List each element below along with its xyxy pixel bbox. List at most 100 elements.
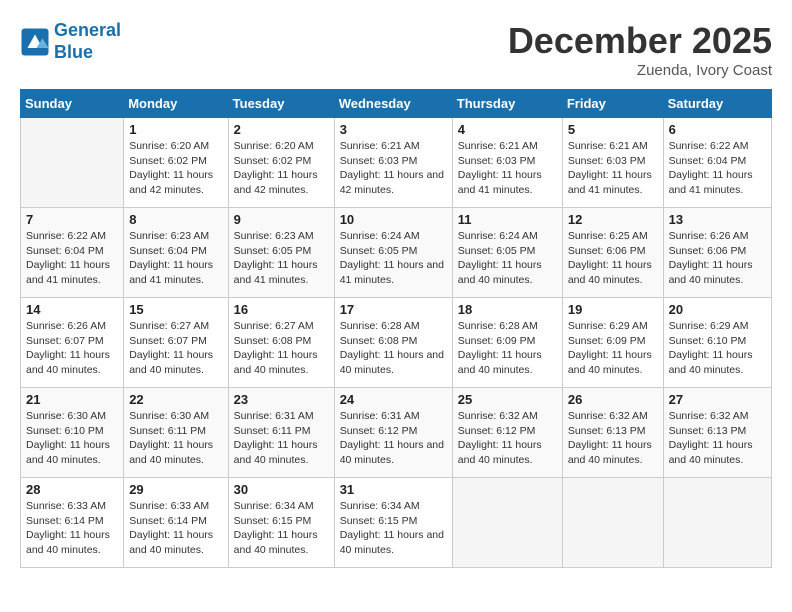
day-number: 13 <box>669 212 766 227</box>
logo-line1: General <box>54 20 121 40</box>
calendar-cell: 30 Sunrise: 6:34 AMSunset: 6:15 PMDayligh… <box>228 478 334 568</box>
day-info: Sunrise: 6:34 AMSunset: 6:15 PMDaylight:… <box>234 499 329 558</box>
day-info: Sunrise: 6:34 AMSunset: 6:15 PMDaylight:… <box>340 499 447 558</box>
day-info: Sunrise: 6:21 AMSunset: 6:03 PMDaylight:… <box>458 139 557 198</box>
day-info: Sunrise: 6:31 AMSunset: 6:11 PMDaylight:… <box>234 409 329 468</box>
day-info: Sunrise: 6:32 AMSunset: 6:12 PMDaylight:… <box>458 409 557 468</box>
day-number: 11 <box>458 212 557 227</box>
calendar-cell <box>452 478 562 568</box>
calendar-cell: 8 Sunrise: 6:23 AMSunset: 6:04 PMDaylight… <box>124 208 228 298</box>
calendar-cell: 14Sunrise: 6:26 AMSunset: 6:07 PMDayligh… <box>21 298 124 388</box>
calendar-cell: 13 Sunrise: 6:26 AMSunset: 6:06 PMDayligh… <box>663 208 771 298</box>
day-number: 5 <box>568 122 658 137</box>
day-info: Sunrise: 6:29 AMSunset: 6:10 PMDaylight:… <box>669 319 766 378</box>
weekday-header: Monday <box>124 90 228 118</box>
calendar-cell: 5 Sunrise: 6:21 AMSunset: 6:03 PMDaylight… <box>562 118 663 208</box>
day-number: 6 <box>669 122 766 137</box>
calendar-cell <box>562 478 663 568</box>
day-number: 28 <box>26 482 118 497</box>
location: Zuenda, Ivory Coast <box>508 62 772 79</box>
day-info: Sunrise: 6:27 AMSunset: 6:07 PMDaylight:… <box>129 319 222 378</box>
day-number: 20 <box>669 302 766 317</box>
calendar-cell: 23Sunrise: 6:31 AMSunset: 6:11 PMDayligh… <box>228 388 334 478</box>
title-block: December 2025 Zuenda, Ivory Coast <box>508 20 772 79</box>
day-number: 3 <box>340 122 447 137</box>
calendar-cell: 16Sunrise: 6:27 AMSunset: 6:08 PMDayligh… <box>228 298 334 388</box>
calendar-week-row: 21 Sunrise: 6:30 AMSunset: 6:10 PMDayligh… <box>21 388 772 478</box>
weekday-header: Thursday <box>452 90 562 118</box>
day-number: 31 <box>340 482 447 497</box>
calendar-cell: 4 Sunrise: 6:21 AMSunset: 6:03 PMDaylight… <box>452 118 562 208</box>
day-info: Sunrise: 6:29 AMSunset: 6:09 PMDaylight:… <box>568 319 658 378</box>
logo-icon <box>20 27 50 57</box>
day-number: 4 <box>458 122 557 137</box>
day-number: 18 <box>458 302 557 317</box>
day-info: Sunrise: 6:30 AMSunset: 6:10 PMDaylight:… <box>26 409 118 468</box>
day-info: Sunrise: 6:21 AMSunset: 6:03 PMDaylight:… <box>340 139 447 198</box>
calendar-cell: 6Sunrise: 6:22 AMSunset: 6:04 PMDaylight… <box>663 118 771 208</box>
day-info: Sunrise: 6:24 AMSunset: 6:05 PMDaylight:… <box>340 229 447 288</box>
day-number: 2 <box>234 122 329 137</box>
calendar-cell: 12 Sunrise: 6:25 AMSunset: 6:06 PMDayligh… <box>562 208 663 298</box>
weekday-header-row: SundayMondayTuesdayWednesdayThursdayFrid… <box>21 90 772 118</box>
day-info: Sunrise: 6:23 AMSunset: 6:04 PMDaylight:… <box>129 229 222 288</box>
calendar-cell: 31 Sunrise: 6:34 AMSunset: 6:15 PMDayligh… <box>334 478 452 568</box>
day-number: 25 <box>458 392 557 407</box>
weekday-header: Wednesday <box>334 90 452 118</box>
logo-line2: Blue <box>54 42 93 62</box>
day-info: Sunrise: 6:23 AMSunset: 6:05 PMDaylight:… <box>234 229 329 288</box>
day-info: Sunrise: 6:28 AMSunset: 6:09 PMDaylight:… <box>458 319 557 378</box>
calendar-cell: 29Sunrise: 6:33 AMSunset: 6:14 PMDayligh… <box>124 478 228 568</box>
page-header: General Blue December 2025 Zuenda, Ivory… <box>20 20 772 79</box>
month-title: December 2025 <box>508 20 772 62</box>
day-info: Sunrise: 6:21 AMSunset: 6:03 PMDaylight:… <box>568 139 658 198</box>
calendar-week-row: 7Sunrise: 6:22 AMSunset: 6:04 PMDaylight… <box>21 208 772 298</box>
weekday-header: Sunday <box>21 90 124 118</box>
day-number: 7 <box>26 212 118 227</box>
day-number: 8 <box>129 212 222 227</box>
calendar-cell <box>21 118 124 208</box>
calendar-cell: 19 Sunrise: 6:29 AMSunset: 6:09 PMDayligh… <box>562 298 663 388</box>
calendar-cell: 26Sunrise: 6:32 AMSunset: 6:13 PMDayligh… <box>562 388 663 478</box>
calendar-cell <box>663 478 771 568</box>
calendar-cell: 27Sunrise: 6:32 AMSunset: 6:13 PMDayligh… <box>663 388 771 478</box>
calendar-cell: 20 Sunrise: 6:29 AMSunset: 6:10 PMDayligh… <box>663 298 771 388</box>
calendar-table: SundayMondayTuesdayWednesdayThursdayFrid… <box>20 89 772 568</box>
day-info: Sunrise: 6:20 AMSunset: 6:02 PMDaylight:… <box>129 139 222 198</box>
calendar-cell: 10 Sunrise: 6:24 AMSunset: 6:05 PMDayligh… <box>334 208 452 298</box>
calendar-cell: 15 Sunrise: 6:27 AMSunset: 6:07 PMDayligh… <box>124 298 228 388</box>
weekday-header: Friday <box>562 90 663 118</box>
calendar-cell: 11 Sunrise: 6:24 AMSunset: 6:05 PMDayligh… <box>452 208 562 298</box>
day-number: 22 <box>129 392 222 407</box>
day-info: Sunrise: 6:28 AMSunset: 6:08 PMDaylight:… <box>340 319 447 378</box>
logo-text: General Blue <box>54 20 121 63</box>
day-info: Sunrise: 6:20 AMSunset: 6:02 PMDaylight:… <box>234 139 329 198</box>
day-number: 24 <box>340 392 447 407</box>
calendar-cell: 25 Sunrise: 6:32 AMSunset: 6:12 PMDayligh… <box>452 388 562 478</box>
day-number: 19 <box>568 302 658 317</box>
logo: General Blue <box>20 20 121 63</box>
day-info: Sunrise: 6:33 AMSunset: 6:14 PMDaylight:… <box>129 499 222 558</box>
day-info: Sunrise: 6:24 AMSunset: 6:05 PMDaylight:… <box>458 229 557 288</box>
day-number: 30 <box>234 482 329 497</box>
day-info: Sunrise: 6:31 AMSunset: 6:12 PMDaylight:… <box>340 409 447 468</box>
day-number: 27 <box>669 392 766 407</box>
calendar-cell: 7Sunrise: 6:22 AMSunset: 6:04 PMDaylight… <box>21 208 124 298</box>
calendar-week-row: 1 Sunrise: 6:20 AMSunset: 6:02 PMDaylight… <box>21 118 772 208</box>
day-info: Sunrise: 6:27 AMSunset: 6:08 PMDaylight:… <box>234 319 329 378</box>
day-number: 21 <box>26 392 118 407</box>
calendar-cell: 21 Sunrise: 6:30 AMSunset: 6:10 PMDayligh… <box>21 388 124 478</box>
day-number: 12 <box>568 212 658 227</box>
calendar-cell: 1 Sunrise: 6:20 AMSunset: 6:02 PMDaylight… <box>124 118 228 208</box>
calendar-cell: 17 Sunrise: 6:28 AMSunset: 6:08 PMDayligh… <box>334 298 452 388</box>
day-info: Sunrise: 6:26 AMSunset: 6:06 PMDaylight:… <box>669 229 766 288</box>
day-info: Sunrise: 6:26 AMSunset: 6:07 PMDaylight:… <box>26 319 118 378</box>
day-number: 17 <box>340 302 447 317</box>
calendar-cell: 9 Sunrise: 6:23 AMSunset: 6:05 PMDaylight… <box>228 208 334 298</box>
day-number: 1 <box>129 122 222 137</box>
day-number: 26 <box>568 392 658 407</box>
day-number: 10 <box>340 212 447 227</box>
day-number: 15 <box>129 302 222 317</box>
day-number: 9 <box>234 212 329 227</box>
day-info: Sunrise: 6:25 AMSunset: 6:06 PMDaylight:… <box>568 229 658 288</box>
